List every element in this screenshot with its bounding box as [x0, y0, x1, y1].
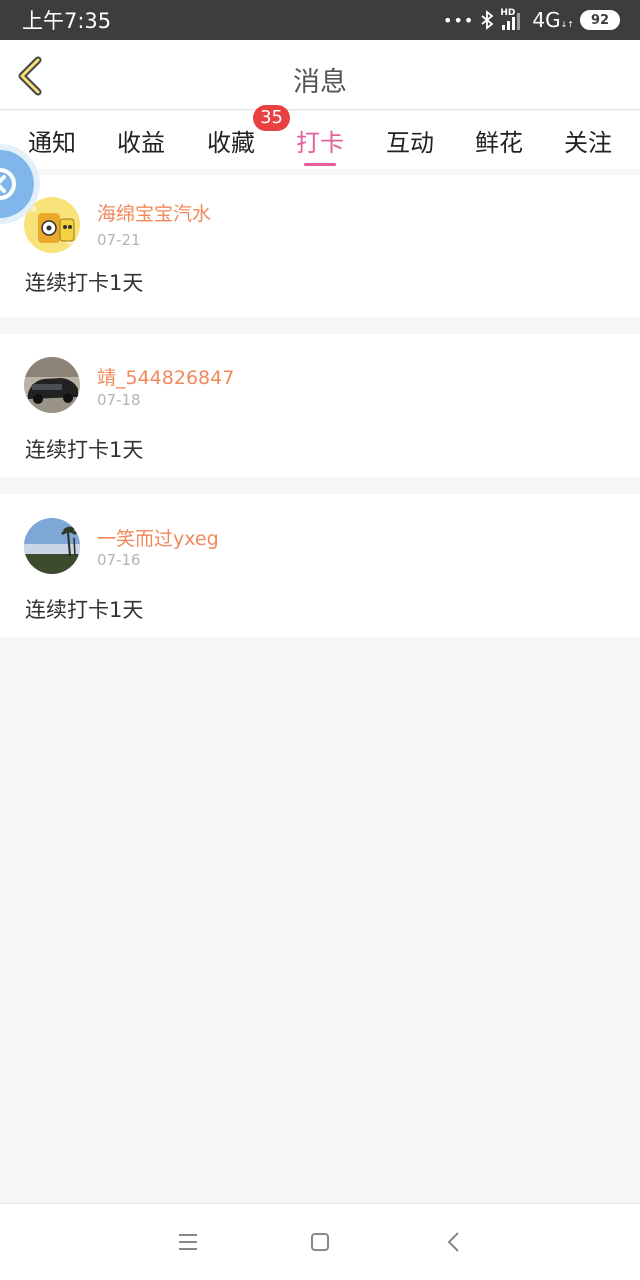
tab-flowers[interactable]: 鲜花 — [464, 123, 534, 158]
message-card[interactable]: 海绵宝宝汽水 07-21 连续打卡1天 — [0, 175, 640, 317]
tab-label: 打卡 — [296, 129, 344, 157]
header: 消息 — [0, 40, 640, 110]
message-date: 07-16 — [97, 551, 141, 569]
username[interactable]: 一笑而过yxeg — [97, 524, 219, 551]
message-text: 连续打卡1天 — [25, 271, 144, 295]
tab-interactions[interactable]: 互动 — [375, 123, 445, 158]
username[interactable]: 靖_544826847 — [97, 363, 234, 390]
tab-label: 收藏 — [207, 129, 255, 157]
avatar[interactable] — [24, 518, 80, 574]
home-icon[interactable] — [308, 1230, 332, 1254]
menu-icon[interactable] — [176, 1230, 200, 1254]
signal-icon: HD — [500, 8, 526, 30]
floating-assist-button[interactable] — [0, 140, 40, 228]
message-date: 07-18 — [97, 391, 141, 409]
tab-follow[interactable]: 关注 — [553, 123, 623, 158]
more-dots-icon: ••• — [443, 10, 475, 30]
page-title: 消息 — [293, 67, 347, 98]
tab-label: 互动 — [386, 129, 434, 157]
status-time: 上午7:35 — [22, 9, 112, 33]
battery-icon: 92 — [580, 10, 620, 30]
tab-label: 收益 — [117, 129, 165, 157]
tab-checkin[interactable]: 打卡 — [285, 123, 355, 166]
username[interactable]: 海绵宝宝汽水 — [97, 199, 211, 226]
network-label: 4G — [532, 8, 561, 32]
tab-label: 鲜花 — [475, 129, 523, 157]
tab-bar: 通知 收益 收藏 35 打卡 互动 鲜花 关注 — [0, 105, 640, 169]
message-card[interactable]: 靖_544826847 07-18 连续打卡1天 — [0, 334, 640, 477]
active-tab-indicator — [304, 163, 336, 166]
back-nav-icon[interactable] — [442, 1230, 466, 1254]
message-text: 连续打卡1天 — [25, 598, 144, 622]
message-text: 连续打卡1天 — [25, 438, 144, 462]
bluetooth-icon — [481, 10, 494, 30]
battery-level: 92 — [590, 12, 610, 28]
network-type: 4G↓↑ — [532, 8, 574, 32]
system-nav-bar — [0, 1203, 640, 1280]
avatar[interactable] — [24, 357, 80, 413]
tab-label: 关注 — [564, 129, 612, 157]
message-date: 07-21 — [97, 231, 141, 249]
status-bar: 上午7:35 ••• HD 4G↓↑ 92 — [0, 0, 640, 40]
status-icons: ••• HD 4G↓↑ 92 — [443, 8, 620, 32]
message-card[interactable]: 一笑而过yxeg 07-16 连续打卡1天 — [0, 494, 640, 637]
tab-favorites[interactable]: 收藏 35 — [196, 105, 290, 158]
tab-earnings[interactable]: 收益 — [106, 123, 176, 158]
car-avatar-icon — [24, 357, 80, 413]
landscape-avatar-icon — [24, 518, 80, 574]
